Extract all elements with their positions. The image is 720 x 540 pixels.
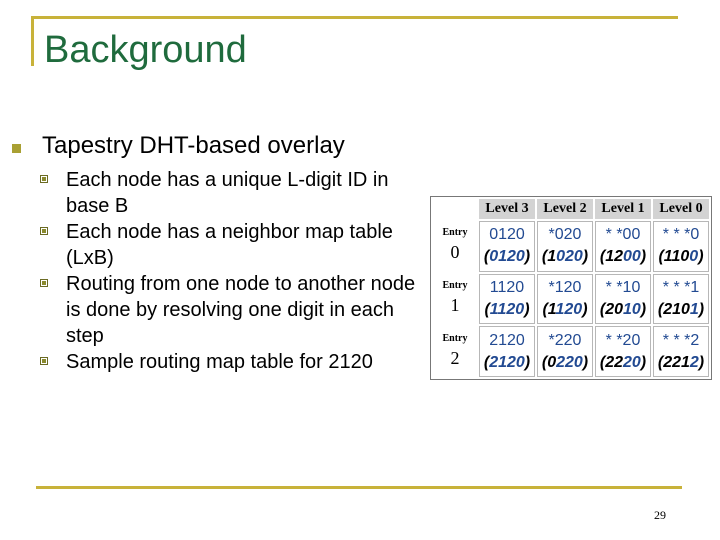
pattern: * *10 [605,278,641,296]
column-header: Level 3 [479,199,535,219]
title-rule-top [32,16,678,19]
table-row: Entry 0 0120 (0120) *020 (1020) * *00 (1… [433,221,709,272]
pattern: *220 [548,331,582,349]
table-cell: 0120 (0120) [479,221,535,272]
entry-number: 2 [450,347,460,368]
pattern: * *20 [605,331,641,349]
pattern: *120 [548,278,582,296]
table-row: Entry 2 2120 (2120) *220 (0220) * *20 (2… [433,326,709,377]
table-cell: * * *2 (2212) [653,326,709,377]
table-row: Entry 1 1120 (1120) *120 (1120) * *10 (2… [433,273,709,325]
entry-label: Entry [442,332,468,344]
pattern: 1120 [489,278,525,296]
table-corner [433,199,477,219]
match: (1020) [541,248,589,266]
table-cell: * * *1 (2101) [653,273,709,325]
match: (1200) [599,248,647,266]
routing-table-grid: Level 3 Level 2 Level 1 Level 0 Entry 0 … [431,197,711,379]
table-header-row: Level 3 Level 2 Level 1 Level 0 [433,199,709,219]
subbullet-item: Each node has a unique L-digit ID in bas… [40,167,420,219]
pattern: * * *0 [662,226,700,244]
subbullet-text: Routing from one node to another node is… [66,273,416,347]
page-number: 29 [654,508,666,522]
footer-rule [36,486,682,489]
table-cell: 1120 (1120) [479,273,535,325]
match: (0120) [483,248,531,266]
table-cell: 2120 (2120) [479,326,535,377]
subbullet-list: Each node has a unique L-digit ID in bas… [40,167,420,375]
match: (0220) [541,353,589,371]
match: (1100) [658,248,704,266]
table-cell: * *20 (2220) [595,326,651,377]
hollow-square-bullet-icon [40,227,48,235]
subbullet-text: Each node has a unique L-digit ID in bas… [66,169,389,217]
entry-label: Entry [442,227,468,239]
entry-number: 1 [450,294,460,315]
column-header: Level 2 [537,199,593,219]
match: (2120) [483,353,531,371]
entry-number: 0 [450,242,460,263]
subbullet-item: Routing from one node to another node is… [40,271,420,349]
entry-label-cell: Entry 0 [433,221,477,272]
pattern: *020 [548,226,582,244]
subbullet-text: Each node has a neighbor map table (LxB) [66,221,393,269]
table-cell: * * *0 (1100) [653,221,709,272]
table-cell: *020 (1020) [537,221,593,272]
pattern: * *00 [605,226,641,244]
match: (2101) [657,300,705,318]
column-header: Level 1 [595,199,651,219]
square-bullet-icon [12,144,21,153]
slide-title: Background [44,29,247,71]
hollow-square-bullet-icon [40,279,48,287]
subbullet-text: Sample routing map table for 2120 [66,351,373,373]
pattern: * * *1 [662,278,700,296]
entry-label-cell: Entry 1 [433,274,477,325]
main-bullet-text: Tapestry DHT-based overlay [42,132,345,159]
pattern: * * *2 [662,331,700,349]
subbullet-item: Each node has a neighbor map table (LxB) [40,219,420,271]
title-rule-left [31,16,34,66]
table-cell: *220 (0220) [537,326,593,377]
entry-label: Entry [442,279,468,291]
match: (2212) [657,353,705,371]
table-cell: * *10 (2010) [595,273,651,325]
pattern: 0120 [489,226,525,244]
entry-label-cell: Entry 2 [433,326,477,377]
pattern: 2120 [489,331,525,349]
hollow-square-bullet-icon [40,175,48,183]
match: (1120) [484,300,530,318]
match: (1120) [542,300,588,318]
match: (2010) [599,300,647,318]
routing-table: Level 3 Level 2 Level 1 Level 0 Entry 0 … [430,196,712,380]
subbullet-item: Sample routing map table for 2120 [40,349,420,375]
column-header: Level 0 [653,199,709,219]
match: (2220) [599,353,647,371]
table-cell: *120 (1120) [537,273,593,325]
table-cell: * *00 (1200) [595,221,651,272]
hollow-square-bullet-icon [40,357,48,365]
